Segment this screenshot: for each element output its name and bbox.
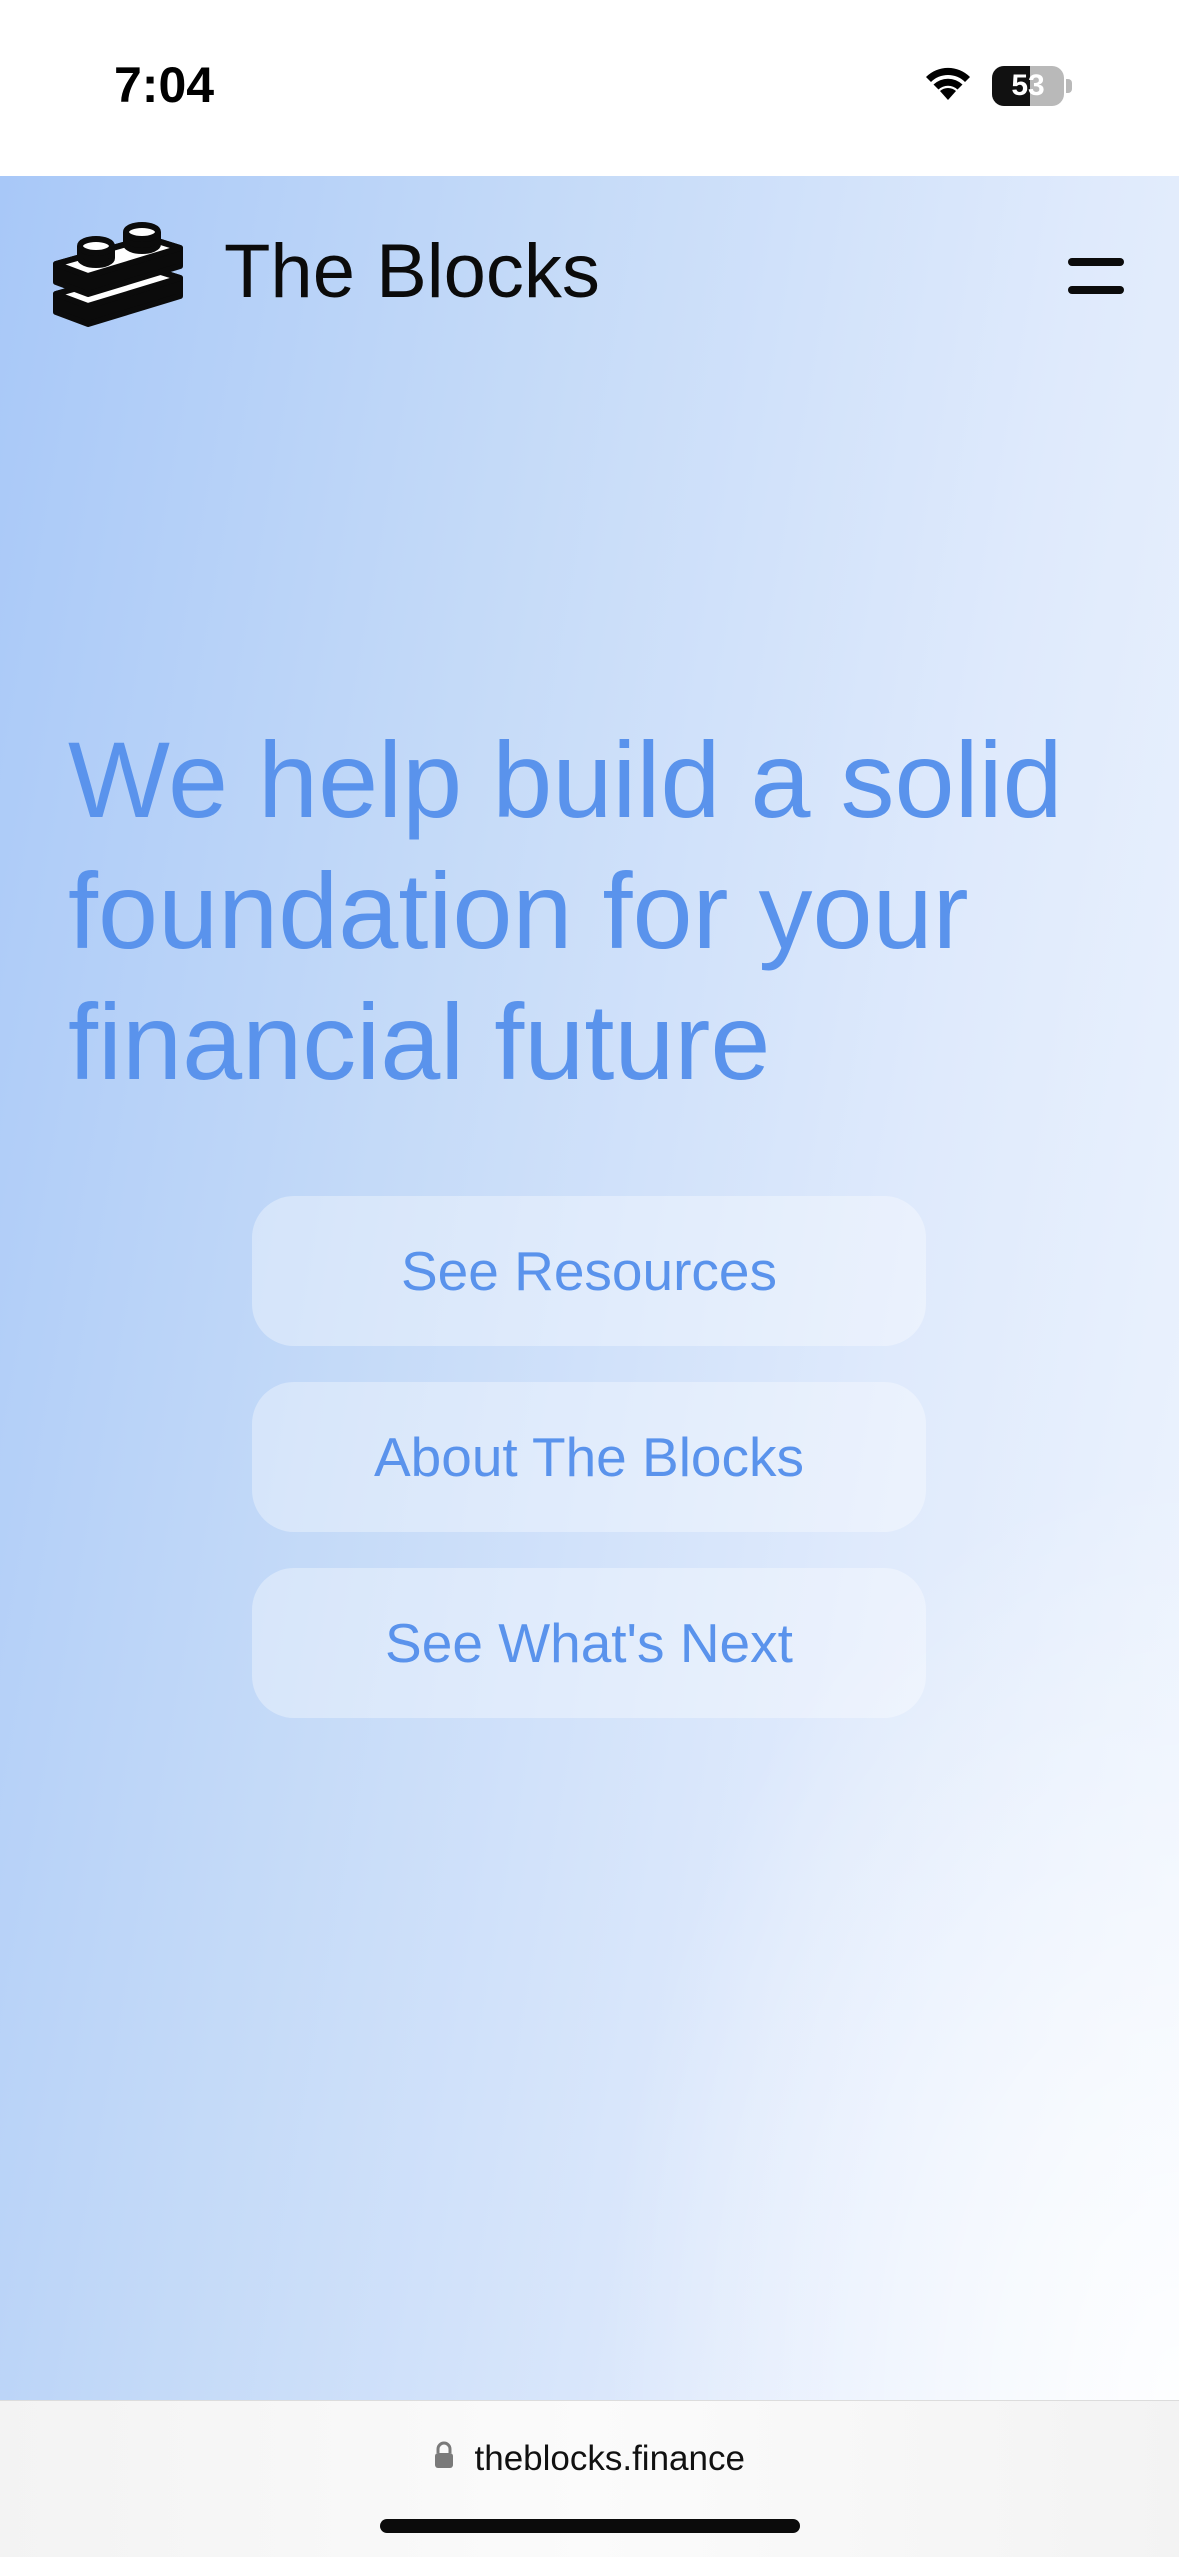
site-header: The Blocks [0,176,1179,366]
see-resources-button[interactable]: See Resources [252,1196,926,1346]
page-background: The Blocks We help build a solid foundat… [0,176,1179,2400]
see-whats-next-button[interactable]: See What's Next [252,1568,926,1718]
battery-level: 53 [1011,69,1045,102]
menu-bar-bottom [1068,286,1124,294]
battery-icon: 53 [992,66,1072,106]
browser-address-bar[interactable]: theblocks.finance [0,2400,1179,2557]
hamburger-menu-icon[interactable] [1060,252,1128,300]
url-text[interactable]: theblocks.finance [475,2439,745,2479]
status-time: 7:04 [114,57,215,113]
url-row[interactable]: theblocks.finance [0,2439,1179,2479]
home-indicator[interactable] [380,2519,800,2533]
battery-body: 53 [992,66,1064,106]
battery-nub [1066,79,1072,93]
hero-heading: We help build a solid foundation for you… [68,719,1063,1102]
wifi-icon [926,67,970,100]
menu-bar-top [1068,258,1124,266]
lock-icon [435,2441,454,2468]
about-the-blocks-button[interactable]: About The Blocks [252,1382,926,1532]
brand-name[interactable]: The Blocks [224,228,600,315]
status-bar: 7:04 53 [0,0,1179,176]
lego-bricks-icon[interactable] [52,212,188,328]
